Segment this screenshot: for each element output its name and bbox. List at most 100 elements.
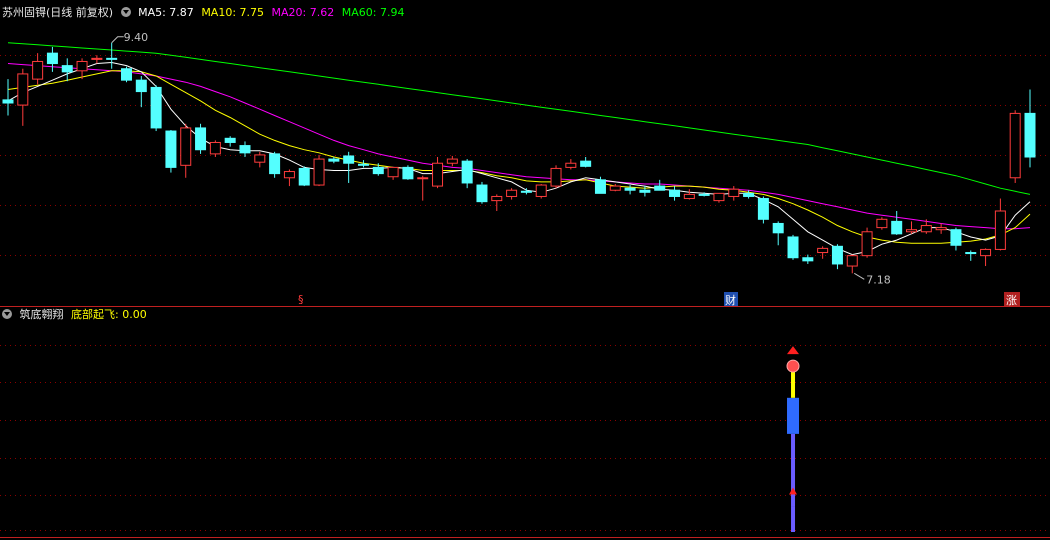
candle-body [846, 255, 858, 267]
candle-body [343, 155, 355, 164]
candle[interactable] [180, 123, 192, 178]
candle[interactable] [846, 254, 858, 274]
candle[interactable] [757, 196, 769, 224]
candle-body [965, 252, 977, 255]
candle-body [313, 158, 325, 186]
candle-body [476, 184, 488, 203]
candle-body [624, 187, 636, 191]
candle[interactable] [831, 244, 843, 270]
candle[interactable] [994, 198, 1006, 251]
indicator-name[interactable]: 筑底翱翔 [20, 308, 64, 321]
candle[interactable] [150, 85, 162, 132]
candle[interactable] [269, 151, 281, 178]
candle[interactable] [787, 234, 799, 260]
candle-body [1024, 112, 1036, 158]
candle[interactable] [728, 186, 740, 201]
candle-body [639, 189, 651, 193]
candle[interactable] [506, 188, 518, 200]
signal-small-arrow [789, 487, 798, 495]
candle[interactable] [254, 151, 266, 168]
candle-body [298, 167, 310, 186]
candle-body [432, 162, 444, 187]
candle-body [446, 158, 458, 164]
candle-body [906, 229, 918, 233]
candle[interactable] [772, 221, 784, 246]
candle[interactable] [17, 68, 29, 126]
candle[interactable] [520, 188, 532, 195]
candle-body [372, 166, 384, 175]
event-marker-2[interactable]: 财 [725, 293, 736, 307]
candle-body [76, 60, 88, 72]
candle[interactable] [535, 184, 547, 199]
ma10-value: MA10: 7.75 [201, 6, 265, 19]
candle-body [254, 154, 266, 163]
event-marker-3[interactable]: 涨 [1006, 294, 1017, 307]
candle[interactable] [298, 166, 310, 187]
candle[interactable] [980, 248, 992, 267]
candle[interactable] [861, 227, 873, 258]
candle-body [417, 177, 429, 180]
candle[interactable] [387, 166, 399, 180]
candle[interactable] [61, 58, 73, 82]
candle[interactable] [713, 192, 725, 203]
candle[interactable] [283, 169, 295, 187]
candle-body [861, 231, 873, 257]
candle[interactable] [165, 130, 177, 173]
candle-body [506, 189, 518, 197]
indicator-value: 底部起飞: 0.00 [71, 308, 147, 321]
candle[interactable] [565, 159, 577, 170]
chart-header: 苏州固锝(日线 前复权) MA5: 7.87 MA10: 7.75 MA20: … [2, 6, 408, 20]
candle[interactable] [906, 221, 918, 234]
candle[interactable] [802, 254, 814, 264]
candle[interactable] [417, 175, 429, 201]
candle-body [802, 257, 814, 262]
candle[interactable] [224, 136, 236, 147]
candle[interactable] [2, 79, 14, 116]
signal-bar-segment [791, 433, 796, 507]
candle[interactable] [876, 217, 888, 230]
candle[interactable] [120, 66, 132, 83]
candle[interactable] [46, 46, 58, 72]
stock-name[interactable]: 苏州固锝 [2, 6, 46, 19]
candle[interactable] [461, 159, 473, 189]
candle[interactable] [965, 250, 977, 261]
candle[interactable] [195, 123, 207, 154]
candle-body [891, 220, 903, 235]
dropdown-icon[interactable] [2, 309, 12, 319]
candle-body [994, 210, 1006, 250]
candle-body [876, 218, 888, 229]
candle[interactable] [343, 151, 355, 183]
candle[interactable] [239, 141, 251, 157]
candle[interactable] [32, 53, 44, 85]
candle[interactable] [446, 155, 458, 167]
candle[interactable] [669, 186, 681, 201]
candle[interactable] [1009, 110, 1021, 183]
candle[interactable] [891, 211, 903, 235]
dropdown-icon[interactable] [120, 7, 131, 17]
candle[interactable] [491, 194, 503, 211]
candle[interactable] [935, 223, 947, 234]
candle[interactable] [683, 189, 695, 200]
candle[interactable] [817, 246, 829, 259]
candle[interactable] [476, 181, 488, 204]
candle[interactable] [580, 157, 592, 168]
candle[interactable] [432, 157, 444, 189]
candle[interactable] [209, 140, 221, 157]
ma60-value: MA60: 7.94 [341, 6, 405, 19]
event-marker-1[interactable]: § [298, 293, 304, 306]
candle-body [32, 60, 44, 80]
candle-body [224, 137, 236, 143]
candle[interactable] [135, 76, 147, 108]
candle[interactable] [91, 55, 103, 64]
candle[interactable] [1024, 89, 1036, 168]
candle-body [728, 188, 740, 197]
candle[interactable] [550, 165, 562, 189]
candle[interactable] [654, 179, 666, 191]
candle[interactable] [313, 154, 325, 187]
candle[interactable] [402, 165, 414, 180]
low-price-pointer [854, 272, 865, 280]
kline-chart[interactable]: 9.40 7.18 § 财 涨 [0, 0, 1050, 540]
candle-body [787, 236, 799, 259]
candle[interactable] [950, 227, 962, 251]
candle-body [328, 158, 340, 162]
